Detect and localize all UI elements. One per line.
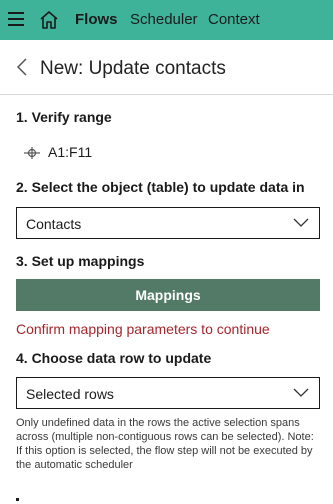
mapping-error-message: Confirm mapping parameters to continue bbox=[16, 321, 270, 337]
chevron-down-icon bbox=[293, 218, 309, 227]
step-verify-range-label: 1. Verify range bbox=[16, 109, 112, 125]
step-mappings-label: 3. Set up mappings bbox=[16, 253, 145, 269]
step-select-object-label: 2. Select the object (table) to update d… bbox=[16, 179, 305, 195]
object-select[interactable]: Contacts bbox=[16, 207, 320, 239]
data-row-select[interactable]: Selected rows bbox=[16, 377, 320, 409]
data-row-select-value: Selected rows bbox=[26, 386, 114, 402]
data-row-help-text: Only undefined data in the rows the acti… bbox=[16, 417, 314, 471]
hamburger-menu-icon[interactable] bbox=[8, 12, 24, 26]
step-data-row-label: 4. Choose data row to update bbox=[16, 350, 212, 366]
nav-scheduler[interactable]: Scheduler bbox=[130, 11, 198, 28]
range-value: A1:F11 bbox=[48, 144, 93, 160]
nav-flows[interactable]: Flows bbox=[75, 11, 118, 28]
top-bar: Flows Scheduler Context bbox=[0, 0, 333, 40]
page-header: New: Update contacts bbox=[0, 40, 333, 95]
crosshair-icon bbox=[24, 147, 40, 159]
mappings-button[interactable]: Mappings bbox=[16, 279, 320, 311]
next-step-bullet bbox=[16, 498, 19, 501]
back-chevron-icon[interactable] bbox=[16, 57, 28, 77]
chevron-down-icon bbox=[293, 388, 309, 397]
page-title: New: Update contacts bbox=[40, 58, 226, 79]
object-select-value: Contacts bbox=[26, 216, 82, 232]
nav-context[interactable]: Context bbox=[208, 11, 260, 28]
home-icon[interactable] bbox=[38, 9, 60, 31]
